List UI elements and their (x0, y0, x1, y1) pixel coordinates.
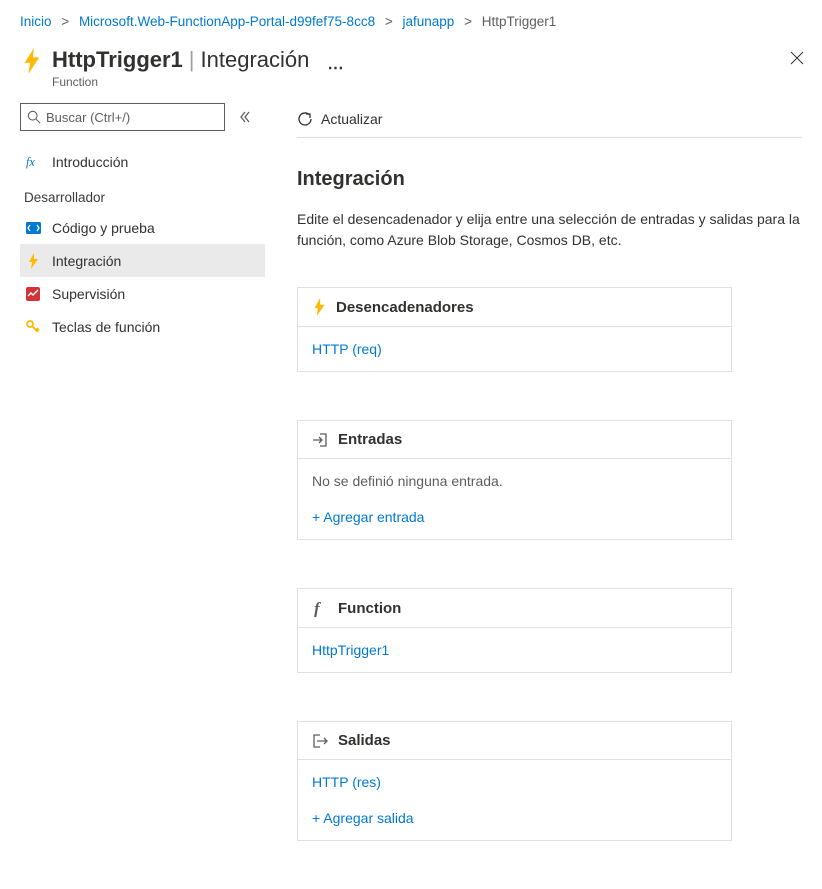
sidebar-item-integration[interactable]: Integración (20, 244, 265, 277)
breadcrumb: Inicio > Microsoft.Web-FunctionApp-Porta… (0, 0, 822, 39)
collapse-sidebar-button[interactable] (239, 111, 251, 123)
title-separator: | (189, 47, 195, 72)
inputs-card: Entradas No se definió ninguna entrada. … (297, 420, 732, 540)
function-item-link[interactable]: HttpTrigger1 (312, 642, 717, 658)
page-subtitle: Function (52, 75, 344, 89)
page-title-section: Integración (201, 47, 310, 72)
monitor-icon (24, 287, 42, 301)
refresh-button[interactable]: Actualizar (297, 111, 382, 127)
sidebar-item-label: Teclas de función (52, 319, 160, 335)
section-title: Integración (297, 168, 802, 191)
sidebar-item-function-keys[interactable]: Teclas de función (20, 310, 265, 343)
refresh-label: Actualizar (321, 111, 382, 127)
function-icon: fx (24, 154, 42, 169)
sidebar-item-monitor[interactable]: Supervisión (20, 277, 265, 310)
function-title: Function (338, 600, 401, 617)
section-description: Edite el desencadenador y elija entre un… (297, 209, 802, 251)
sidebar-item-label: Integración (52, 253, 121, 269)
outputs-title: Salidas (338, 732, 391, 749)
search-placeholder: Buscar (Ctrl+/) (46, 110, 130, 125)
add-output-button[interactable]: + Agregar salida (312, 810, 717, 826)
triggers-card-header: Desencadenadores (298, 288, 731, 327)
main-content: Actualizar Integración Edite el desencad… (265, 103, 822, 889)
sidebar-item-label: Código y prueba (52, 220, 155, 236)
lightning-icon (20, 49, 44, 73)
sidebar: Buscar (Ctrl+/) fx Introducción Desarrol… (0, 103, 265, 889)
inputs-card-header: Entradas (298, 421, 731, 459)
search-input[interactable]: Buscar (Ctrl+/) (20, 103, 225, 131)
outputs-card: Salidas HTTP (res) + Agregar salida (297, 721, 732, 841)
outputs-card-header: Salidas (298, 722, 731, 760)
function-card-header: f Function (298, 589, 731, 628)
lightning-icon (24, 253, 42, 269)
sidebar-item-label: Supervisión (52, 286, 125, 302)
breadcrumb-sep-icon: > (385, 14, 393, 29)
breadcrumb-app[interactable]: jafunapp (403, 14, 455, 29)
more-menu-button[interactable]: ⋯ (328, 60, 344, 77)
triggers-card: Desencadenadores HTTP (req) (297, 287, 732, 372)
lightning-icon (312, 298, 326, 316)
breadcrumb-sep-icon: > (61, 14, 69, 29)
input-arrow-icon (312, 432, 328, 448)
breadcrumb-resource[interactable]: Microsoft.Web-FunctionApp-Portal-d99fef7… (79, 14, 375, 29)
inputs-empty-text: No se definió ninguna entrada. (312, 473, 503, 489)
search-icon (27, 110, 41, 124)
key-icon (24, 320, 42, 334)
function-card: f Function HttpTrigger1 (297, 588, 732, 673)
sidebar-section-developer: Desarrollador (20, 182, 265, 211)
page-header: HttpTrigger1|Integración ⋯ Function (0, 39, 822, 103)
breadcrumb-home[interactable]: Inicio (20, 14, 52, 29)
function-italic-icon: f (312, 599, 328, 617)
svg-text:fx: fx (26, 155, 35, 169)
svg-text:f: f (314, 599, 322, 617)
trigger-http-link[interactable]: HTTP (req) (312, 341, 717, 357)
sidebar-item-label: Introducción (52, 154, 128, 170)
page-title: HttpTrigger1|Integración ⋯ (52, 47, 344, 73)
page-title-name: HttpTrigger1 (52, 47, 183, 72)
refresh-icon (297, 111, 313, 127)
inputs-title: Entradas (338, 431, 402, 448)
breadcrumb-sep-icon: > (464, 14, 472, 29)
code-icon (24, 222, 42, 234)
breadcrumb-current: HttpTrigger1 (482, 14, 557, 29)
triggers-title: Desencadenadores (336, 299, 474, 316)
add-input-button[interactable]: + Agregar entrada (312, 509, 717, 525)
output-http-link[interactable]: HTTP (res) (312, 774, 717, 790)
toolbar: Actualizar (297, 103, 802, 138)
sidebar-item-overview[interactable]: fx Introducción (20, 145, 265, 178)
output-arrow-icon (312, 733, 328, 749)
sidebar-item-code-test[interactable]: Código y prueba (20, 211, 265, 244)
close-button[interactable] (786, 47, 808, 69)
